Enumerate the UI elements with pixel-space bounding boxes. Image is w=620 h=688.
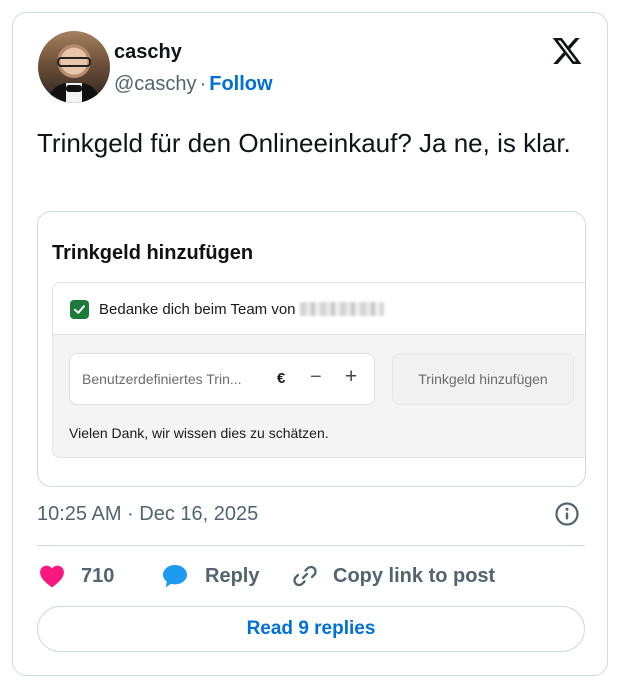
copy-link-button[interactable]: Copy link to post <box>291 561 495 591</box>
link-icon <box>293 565 317 587</box>
tip-panel: Bedanke dich beim Team von Benutzerdefin… <box>52 282 585 458</box>
tip-checkbox-row: Bedanke dich beim Team von <box>53 283 585 335</box>
read-replies-button[interactable]: Read 9 replies <box>37 606 585 652</box>
tweet-actions: 710 Reply Copy link to post <box>37 561 585 591</box>
copy-link-label: Copy link to post <box>333 564 496 587</box>
embedded-screenshot[interactable]: Trinkgeld hinzufügen Bedanke dich beim T… <box>37 211 586 487</box>
minus-icon: − <box>310 366 322 388</box>
checkbox-checked-icon <box>70 300 89 319</box>
tweet-text: Trinkgeld für den Onlineeinkauf? Ja ne, … <box>37 128 571 158</box>
custom-tip-input: Benutzerdefiniertes Trin... € − + <box>69 353 375 405</box>
speech-bubble-icon <box>163 565 187 588</box>
author-handle[interactable]: @caschy <box>114 73 197 95</box>
reply-label: Reply <box>205 564 260 587</box>
plus-icon: + <box>345 365 358 388</box>
currency-symbol: € <box>277 370 286 387</box>
tweet-timestamp[interactable]: 10:25 AM · Dec 16, 2025 <box>37 503 258 526</box>
like-count: 710 <box>81 564 115 587</box>
avatar-bowtie <box>66 85 82 92</box>
handle-separator: · <box>199 73 207 95</box>
author-name[interactable]: caschy <box>114 41 182 64</box>
avatar-glasses <box>57 57 91 67</box>
checkbox-label: Bedanke dich beim Team von <box>99 301 384 318</box>
checkbox-label-text: Bedanke dich beim Team von <box>99 301 296 318</box>
divider <box>37 545 585 546</box>
like-button[interactable]: 710 <box>39 561 114 591</box>
tweet-card: caschy @caschy · Follow Trinkgeld für den … <box>12 12 608 676</box>
thanks-text: Vielen Dank, wir wissen dies zu schätzen… <box>69 425 329 441</box>
reply-button[interactable]: Reply <box>161 561 259 591</box>
blurred-store-name <box>299 302 384 316</box>
x-logo-icon[interactable] <box>551 35 583 67</box>
info-icon[interactable] <box>554 501 580 527</box>
custom-tip-placeholder: Benutzerdefiniertes Trin... <box>82 371 242 387</box>
follow-button[interactable]: Follow <box>209 73 272 95</box>
author-handle-row: @caschy · Follow <box>114 73 273 96</box>
heart-icon <box>40 565 64 588</box>
author-avatar[interactable] <box>38 31 110 103</box>
add-tip-button: Trinkgeld hinzufügen <box>392 353 574 405</box>
tip-title: Trinkgeld hinzufügen <box>52 242 254 264</box>
